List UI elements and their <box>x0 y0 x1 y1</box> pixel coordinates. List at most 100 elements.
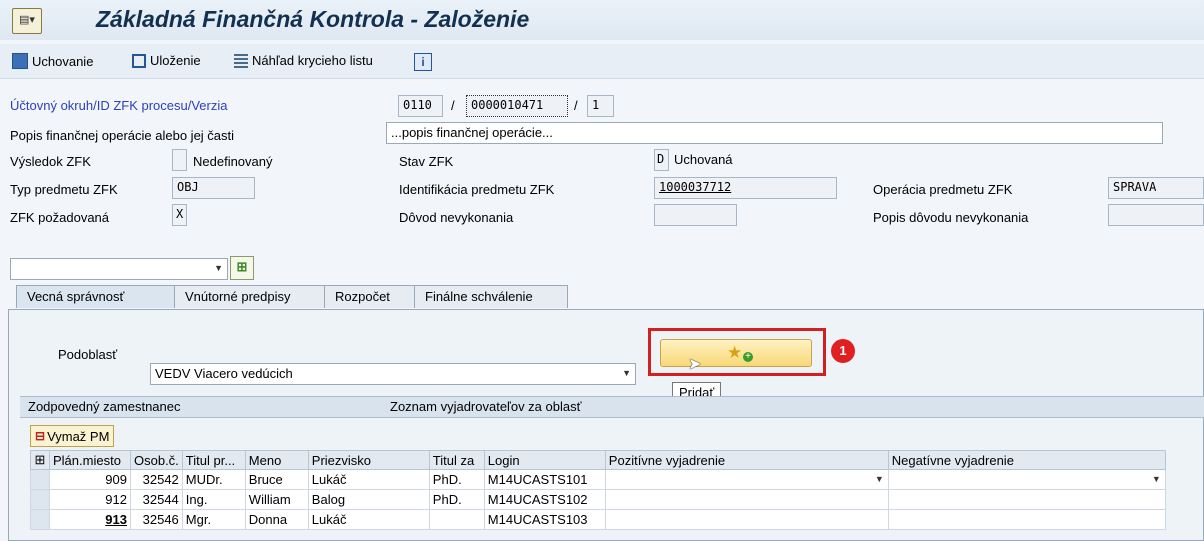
cell: 912 <box>49 489 131 510</box>
area-label: Účtovný okruh/ID ZFK procesu/Verzia <box>10 98 228 113</box>
cell: M14UCASTS101 <box>483 469 606 490</box>
cell: 909 <box>49 469 131 490</box>
operation-field: SPRAVA <box>1108 177 1204 199</box>
sap-menu-icon[interactable]: ▤▾ <box>12 8 42 34</box>
reason-label: Dôvod nevykonania <box>399 210 514 225</box>
col-header[interactable]: Titul za <box>428 450 485 470</box>
version-field: 1 <box>587 95 614 117</box>
col-header[interactable]: Negatívne vyjadrenie <box>887 450 1166 470</box>
delete-row-icon: ⊟ <box>35 429 46 443</box>
subject-id-field[interactable]: 1000037712 <box>654 177 837 199</box>
col-header[interactable]: Titul pr... <box>181 450 246 470</box>
col-header[interactable]: Priezvisko <box>307 450 430 470</box>
save-icon <box>132 53 146 68</box>
window-title: Základná Finančná Kontrola - Založenie <box>96 6 530 32</box>
table-header-row: ⊞ Plán.miesto Osob.č. Titul pr... Meno P… <box>30 450 1166 470</box>
cell: 32542 <box>130 469 183 490</box>
cell: 32546 <box>130 509 183 530</box>
cell: PhD. <box>428 489 485 510</box>
row-selector[interactable] <box>30 489 50 510</box>
reviewers-list-label: Zoznam vyjadrovateľov za oblasť <box>390 399 582 414</box>
description-input[interactable]: ...popis finančnej operácie... <box>386 122 1163 144</box>
subarea-dropdown[interactable]: VEDV Viacero vedúcich ▼ <box>150 363 636 385</box>
subject-id-label: Identifikácia predmetu ZFK <box>399 182 555 197</box>
separator: / <box>574 98 578 113</box>
responsible-employee-label: Zodpovedný zamestnanec <box>28 399 181 414</box>
cell[interactable]: 913 <box>49 509 131 530</box>
negative-opinion-dropdown[interactable]: ▼ <box>887 469 1166 490</box>
row-selector[interactable] <box>30 509 50 530</box>
result-label: Výsledok ZFK <box>10 154 91 169</box>
cell: Lukáč <box>307 509 430 530</box>
save-button[interactable]: Uloženie <box>132 53 201 68</box>
chevron-down-icon: ▼ <box>874 474 884 484</box>
subarea-label: Podoblasť <box>58 347 118 362</box>
cell: PhD. <box>428 469 485 490</box>
cell: M14UCASTS103 <box>483 509 606 530</box>
table-settings-icon[interactable]: ⊞ <box>30 450 50 470</box>
keep-button[interactable]: Uchovanie <box>12 53 93 69</box>
cell: Balog <box>307 489 430 510</box>
reviewers-table: ⊞ Plán.miesto Osob.č. Titul pr... Meno P… <box>30 450 1166 530</box>
col-header[interactable]: Plán.miesto <box>49 450 131 470</box>
operation-label: Operácia predmetu ZFK <box>873 182 1013 197</box>
cell: Lukáč <box>307 469 430 490</box>
cell: Ing. <box>181 489 246 510</box>
keep-icon <box>12 53 28 69</box>
cell <box>887 509 1166 530</box>
add-layout-icon[interactable]: ⊞ <box>230 256 254 280</box>
mouse-cursor-icon: ➤ <box>688 356 702 373</box>
cell <box>604 509 889 530</box>
chevron-down-icon: ▼ <box>1151 474 1161 484</box>
cell <box>604 489 889 510</box>
cell: 32544 <box>130 489 183 510</box>
col-header[interactable]: Meno <box>244 450 309 470</box>
preview-cover-sheet-button[interactable]: Náhľad krycieho listu <box>234 53 373 68</box>
chevron-down-icon: ▼ <box>622 368 631 378</box>
col-header[interactable]: Osob.č. <box>130 450 183 470</box>
highlight-box <box>648 328 826 376</box>
col-header[interactable]: Login <box>483 450 606 470</box>
tab-factual-correctness[interactable]: Vecná správnosť <box>16 285 176 308</box>
cell: Donna <box>244 509 309 530</box>
cell: Bruce <box>244 469 309 490</box>
chevron-down-icon: ▼ <box>214 263 223 273</box>
table-row[interactable]: 912 32544 Ing. William Balog PhD. M14UCA… <box>30 489 1166 510</box>
layout-dropdown[interactable]: ▼ <box>10 258 228 280</box>
cell: Mgr. <box>181 509 246 530</box>
row-selector[interactable] <box>30 469 50 490</box>
description-label: Popis finančnej operácie alebo jej časti <box>10 128 235 143</box>
col-header[interactable]: Pozitívne vyjadrenie <box>604 450 889 470</box>
info-button[interactable]: i <box>414 53 432 71</box>
cell: William <box>244 489 309 510</box>
required-field: X <box>172 204 187 226</box>
subject-type-label: Typ predmetu ZFK <box>10 182 118 197</box>
reason-description-field <box>1108 204 1204 226</box>
table-row[interactable]: 913 32546 Mgr. Donna Lukáč M14UCASTS103 <box>30 509 1166 530</box>
result-text: Nedefinovaný <box>193 154 273 169</box>
area-field: 0110 <box>398 95 443 117</box>
step-badge: 1 <box>831 339 855 363</box>
separator: / <box>451 98 455 113</box>
tab-budget[interactable]: Rozpočet <box>324 285 416 308</box>
status-code-field: D <box>654 149 669 171</box>
delete-pm-button[interactable]: ⊟ Vymaž PM <box>30 425 115 447</box>
cell: M14UCASTS102 <box>483 489 606 510</box>
reason-field <box>654 204 737 226</box>
process-id-field: 0000010471 <box>466 95 568 117</box>
table-row[interactable]: 909 32542 MUDr. Bruce Lukáč PhD. M14UCAS… <box>30 469 1166 490</box>
status-text: Uchovaná <box>674 152 733 167</box>
list-icon <box>234 53 248 68</box>
positive-opinion-dropdown[interactable]: ▼ <box>604 469 889 490</box>
cell <box>887 489 1166 510</box>
section-header <box>20 396 1204 418</box>
reason-description-label: Popis dôvodu nevykonania <box>873 210 1029 225</box>
tab-final-approval[interactable]: Finálne schválenie <box>414 285 568 308</box>
result-field <box>172 149 187 171</box>
cell <box>428 509 485 530</box>
cell: MUDr. <box>181 469 246 490</box>
status-label: Stav ZFK <box>399 154 454 169</box>
subject-type-field: OBJ <box>172 177 255 199</box>
tab-internal-rules[interactable]: Vnútorné predpisy <box>174 285 326 308</box>
required-label: ZFK požadovaná <box>10 210 110 225</box>
